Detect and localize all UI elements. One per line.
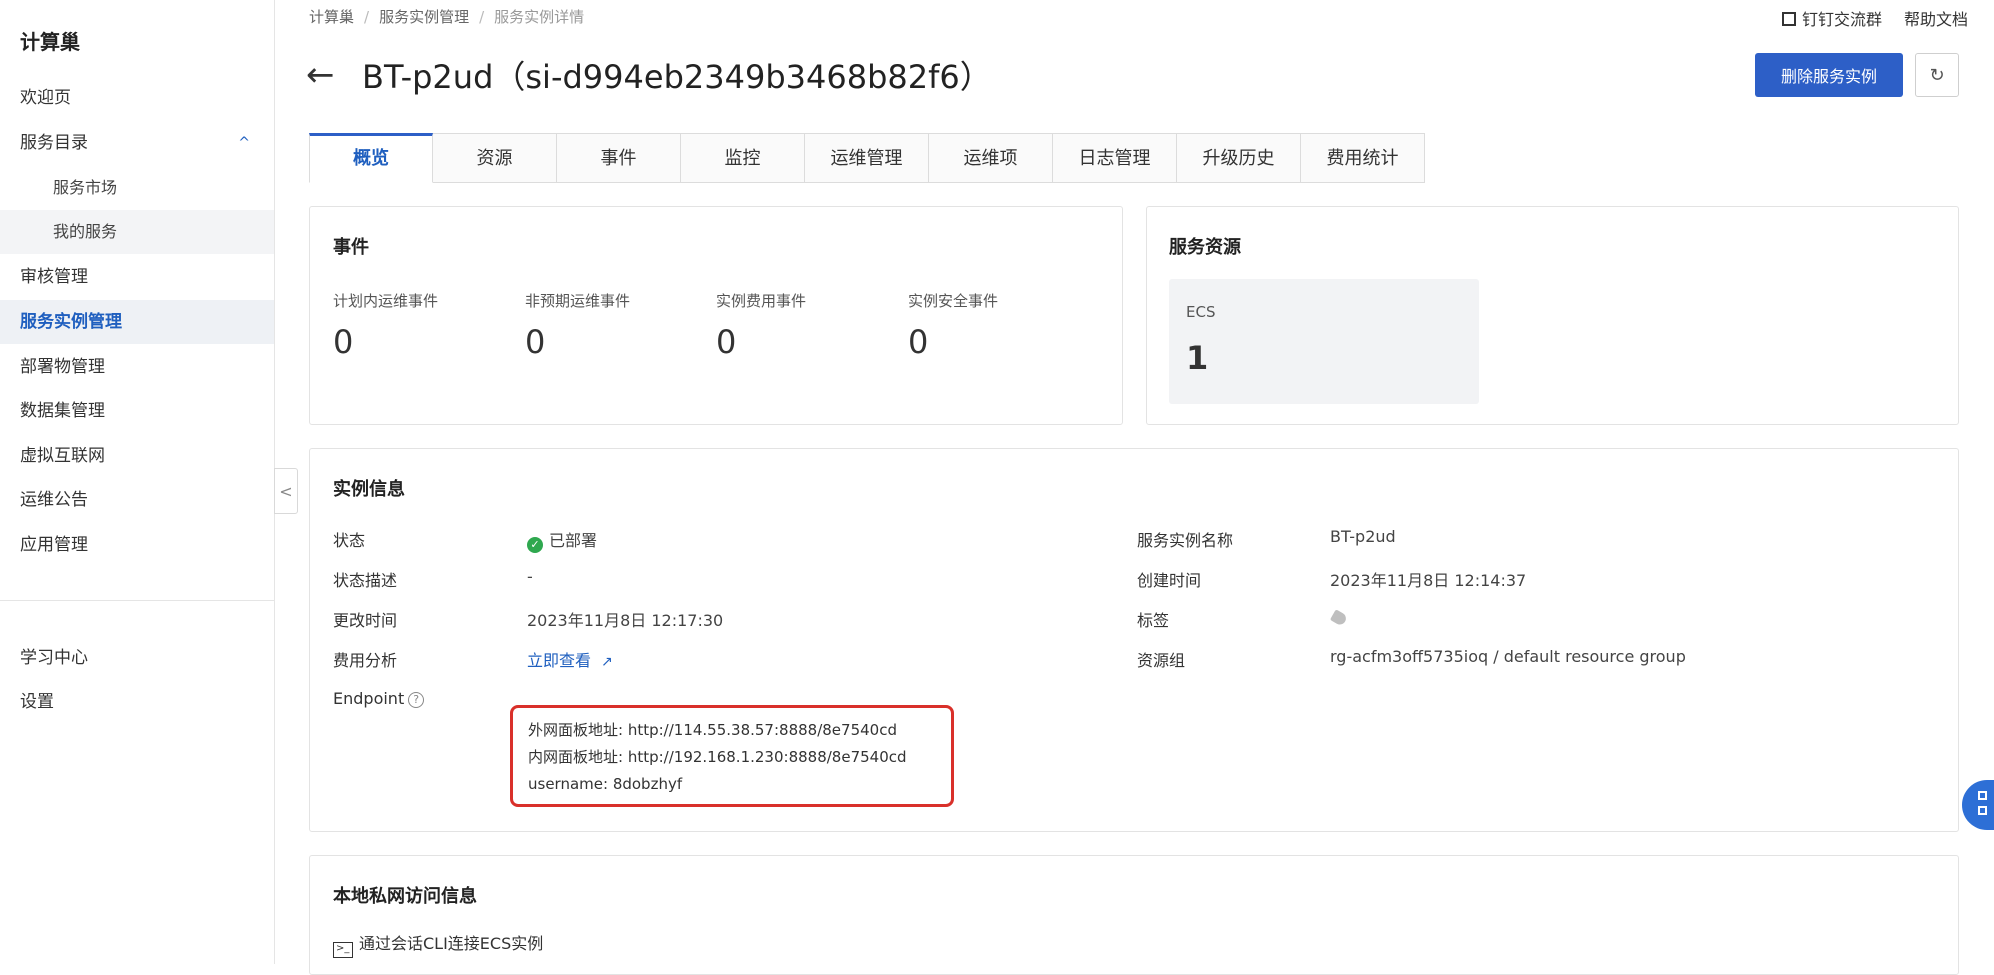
sidebar-title: 计算巢: [20, 30, 80, 54]
public-panel-address[interactable]: 外网面板地址: http://114.55.38.57:8888/8e7540c…: [528, 717, 936, 744]
private-access-title: 本地私网访问信息: [333, 886, 477, 907]
view-cost-link[interactable]: 立即查看: [527, 651, 591, 670]
terminal-icon: >_: [333, 942, 353, 958]
endpoint-label-text: Endpoint: [333, 689, 405, 708]
delete-instance-button[interactable]: 删除服务实例: [1755, 53, 1903, 97]
event-count[interactable]: 0: [525, 323, 545, 361]
dingtalk-group-link[interactable]: 钉钉交流群: [1802, 10, 1882, 29]
instance-name-label: 服务实例名称: [1137, 531, 1234, 550]
tab-resources[interactable]: 资源: [433, 133, 557, 183]
sidebar-item-ops-notice[interactable]: 运维公告: [0, 478, 274, 522]
tab-cost-statistics[interactable]: 费用统计: [1301, 133, 1425, 183]
tab-events[interactable]: 事件: [557, 133, 681, 183]
created-time-label: 创建时间: [1137, 571, 1202, 590]
event-count[interactable]: 0: [333, 323, 353, 361]
private-panel-address[interactable]: 内网面板地址: http://192.168.1.230:8888/8e7540…: [528, 744, 936, 771]
help-docs-link[interactable]: 帮助文档: [1904, 10, 1968, 29]
tags-label: 标签: [1137, 611, 1170, 630]
sidebar-item-datasets[interactable]: 数据集管理: [0, 389, 274, 433]
tab-upgrade-history[interactable]: 升级历史: [1177, 133, 1301, 183]
event-count[interactable]: 0: [908, 323, 928, 361]
tab-bar: 概览 资源 事件 监控 运维管理 运维项 日志管理 升级历史 费用统计: [309, 133, 1425, 183]
sidebar-item-deployables[interactable]: 部署物管理: [0, 345, 274, 389]
grid-icon: [1978, 791, 1987, 800]
tab-ops-management[interactable]: 运维管理: [805, 133, 929, 183]
chevron-up-icon: ^: [238, 135, 250, 151]
status-desc-label: 状态描述: [333, 571, 398, 590]
event-label: 实例费用事件: [716, 292, 807, 310]
check-circle-icon: ✓: [527, 537, 543, 553]
floating-apps-button[interactable]: [1962, 780, 1994, 830]
status-text: 已部署: [549, 531, 598, 550]
ecs-count: 1: [1186, 339, 1209, 377]
resource-group-value: rg-acfm3off5735ioq / default resource gr…: [1330, 647, 1686, 666]
top-links: 钉钉交流群 帮助文档: [1781, 6, 1968, 30]
instance-name-value: BT-p2ud: [1330, 527, 1396, 546]
instance-info-title: 实例信息: [333, 479, 405, 500]
service-resources-panel: 服务资源 ECS 1: [1146, 206, 1959, 425]
sidebar-item-app-management[interactable]: 应用管理: [0, 523, 274, 567]
cli-connect-label: 通过会话CLI连接ECS实例: [359, 934, 544, 953]
sidebar-item-my-services[interactable]: 我的服务: [0, 210, 274, 254]
username-value: username: 8dobzhyf: [528, 775, 683, 793]
sidebar-item-virtual-network[interactable]: 虚拟互联网: [0, 434, 274, 478]
sidebar-item-label: 服务目录: [20, 133, 88, 153]
endpoint-label: Endpoint?: [333, 689, 425, 708]
cost-analysis-value: 立即查看 ↗: [527, 647, 613, 671]
sidebar-item-learning-center[interactable]: 学习中心: [0, 636, 274, 680]
tab-log-management[interactable]: 日志管理: [1053, 133, 1177, 183]
event-label: 非预期运维事件: [525, 292, 631, 310]
qr-code-icon: [1781, 12, 1796, 26]
private-access-panel: 本地私网访问信息: [309, 855, 1959, 975]
created-time-value: 2023年11月8日 12:14:37: [1330, 571, 1527, 590]
sidebar-item-review[interactable]: 审核管理: [0, 255, 274, 299]
sidebar-item-instance-management[interactable]: 服务实例管理: [0, 300, 274, 344]
status-value: ✓ 已部署: [527, 527, 597, 553]
tab-monitoring[interactable]: 监控: [681, 133, 805, 183]
service-resources-title: 服务资源: [1169, 237, 1241, 258]
event-label: 计划内运维事件: [333, 292, 439, 310]
refresh-icon: ↻: [1929, 64, 1945, 86]
sidebar-item-settings[interactable]: 设置: [0, 680, 274, 724]
status-desc-value: -: [527, 567, 533, 586]
sidebar-collapse-button[interactable]: <: [274, 468, 298, 514]
sidebar-divider: [0, 600, 274, 601]
tags-value: [1329, 609, 1349, 628]
ecs-label: ECS: [1186, 303, 1216, 321]
refresh-button[interactable]: ↻: [1915, 53, 1959, 97]
sidebar: 计算巢 欢迎页 服务目录 ^ 服务市场 我的服务 审核管理 服务实例管理 部署物…: [0, 0, 275, 964]
endpoint-info-box: 外网面板地址: http://114.55.38.57:8888/8e7540c…: [510, 705, 954, 807]
breadcrumb-item[interactable]: 计算巢: [309, 6, 354, 27]
updated-time-label: 更改时间: [333, 611, 398, 630]
resource-group-label: 资源组: [1137, 651, 1186, 670]
events-title: 事件: [333, 237, 369, 258]
status-label: 状态: [333, 531, 366, 550]
tab-overview[interactable]: 概览: [309, 133, 433, 183]
help-icon[interactable]: ?: [408, 692, 425, 708]
cost-analysis-label: 费用分析: [333, 651, 398, 670]
tag-icon[interactable]: [1329, 609, 1349, 627]
page-title: BT-p2ud（si-d994eb2349b3468b82f6）: [362, 58, 992, 96]
ecs-resource-card[interactable]: ECS 1: [1169, 279, 1479, 404]
event-count[interactable]: 0: [716, 323, 736, 361]
sidebar-item-service-catalog[interactable]: 服务目录 ^: [0, 121, 274, 165]
cli-connect-row[interactable]: >_ 通过会话CLI连接ECS实例: [333, 930, 543, 958]
events-panel: 事件 计划内运维事件 0 非预期运维事件 0 实例费用事件 0 实例安全事件 0: [309, 206, 1123, 425]
sidebar-item-service-market[interactable]: 服务市场: [0, 166, 274, 210]
breadcrumb: 计算巢 / 服务实例管理 / 服务实例详情: [309, 6, 585, 27]
breadcrumb-item[interactable]: 服务实例管理: [379, 6, 469, 27]
external-link-icon[interactable]: ↗: [601, 654, 613, 670]
updated-time-value: 2023年11月8日 12:17:30: [527, 611, 724, 630]
tab-ops-items[interactable]: 运维项: [929, 133, 1053, 183]
event-label: 实例安全事件: [908, 292, 999, 310]
sidebar-item-welcome[interactable]: 欢迎页: [0, 76, 274, 120]
breadcrumb-current: 服务实例详情: [494, 8, 585, 26]
back-arrow-icon[interactable]: ←: [306, 53, 335, 97]
